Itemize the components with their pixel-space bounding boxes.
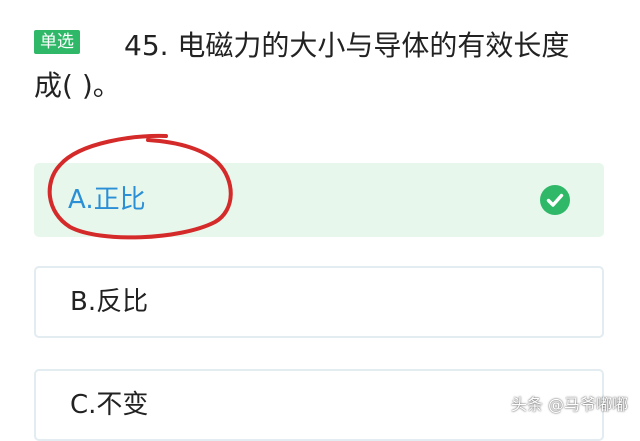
question-text-line1: 45. 电磁力的大小与导体的有效长度	[124, 29, 570, 62]
option-b-label: B.反比	[70, 287, 149, 317]
option-a-label: A.正比	[68, 185, 146, 215]
option-a[interactable]: A.正比	[34, 163, 604, 237]
question-block: 单选 45. 电磁力的大小与导体的有效长度 成( )。	[34, 26, 614, 106]
check-circle-icon	[540, 185, 570, 215]
option-b[interactable]: B.反比	[34, 266, 604, 338]
watermark: 头条 @马爷嘟嘟	[510, 395, 628, 414]
option-c-label: C.不变	[70, 390, 149, 420]
question-text-line2: 成( )。	[34, 69, 121, 102]
question-type-badge: 单选	[34, 30, 80, 54]
